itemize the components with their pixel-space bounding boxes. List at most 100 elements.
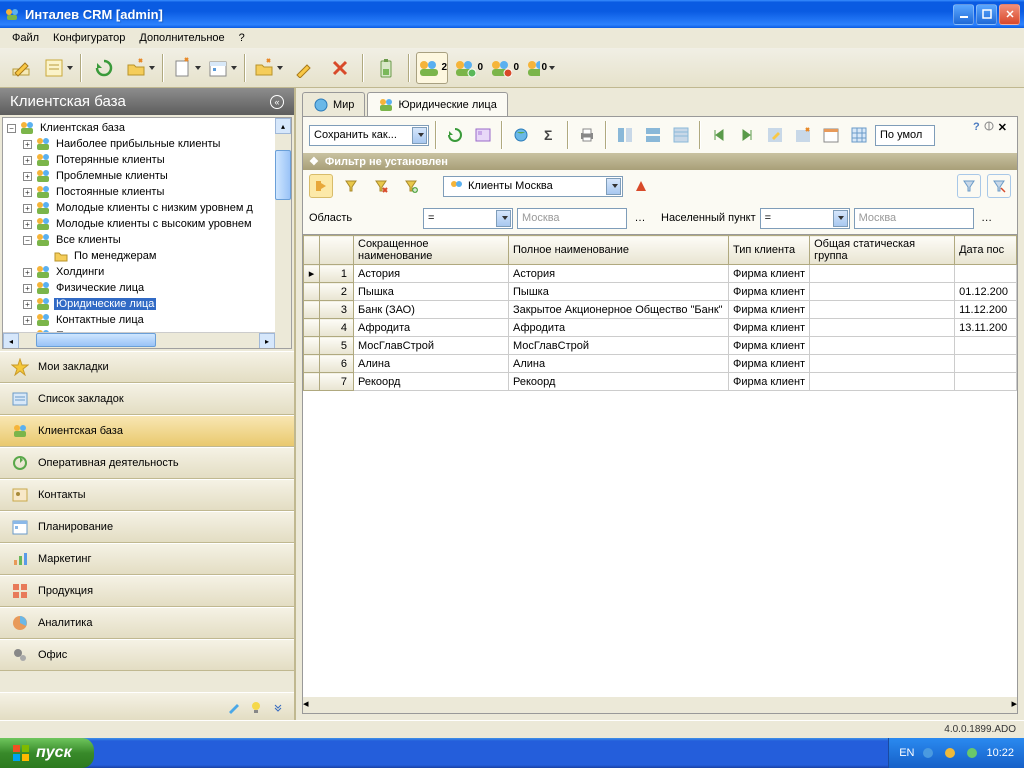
new-grid-button[interactable] [791, 123, 815, 147]
filter-editbtn2[interactable]: … [978, 206, 996, 230]
grid-header[interactable] [304, 236, 320, 265]
tool-calendar[interactable] [206, 52, 238, 84]
menu-help[interactable]: ? [233, 30, 251, 46]
grid-header[interactable]: Дата пос [955, 236, 1017, 265]
tray-icon-3[interactable] [964, 745, 980, 761]
card-button[interactable] [471, 123, 495, 147]
tool-group-3[interactable]: 0 [488, 52, 520, 84]
tool-new-doc[interactable] [170, 52, 202, 84]
region-marker[interactable] [629, 174, 653, 198]
tree-item[interactable]: +Холдинги [5, 264, 289, 280]
layout3-button[interactable] [669, 123, 693, 147]
maximize-button[interactable] [976, 4, 997, 25]
layout1-button[interactable] [613, 123, 637, 147]
nav-item-gears[interactable]: Офис [0, 639, 294, 671]
table-row[interactable]: 3Банк (ЗАО)Закрытое Акционерное Общество… [304, 301, 1017, 319]
nav-item-bars[interactable]: Маркетинг [0, 543, 294, 575]
layout2-button[interactable] [641, 123, 665, 147]
table-row[interactable]: 2ПышкаПышкаФирма клиент01.12.200 [304, 283, 1017, 301]
tab-people[interactable]: Юридические лица [367, 92, 507, 116]
table-row[interactable]: 4АфродитаАфродитаФирма клиент13.11.200 [304, 319, 1017, 337]
tree-item[interactable]: −Все клиенты [5, 232, 289, 248]
tree-item[interactable]: +Физические лица [5, 280, 289, 296]
filter-funnel-add[interactable] [399, 174, 423, 198]
tree-item[interactable]: По менеджерам [5, 248, 289, 264]
date-grid-button[interactable] [819, 123, 843, 147]
nav-item-people[interactable]: Клиентская база [0, 415, 294, 447]
footer-edit-icon[interactable] [226, 699, 242, 715]
filter-city-val-input[interactable]: Москва [854, 208, 974, 229]
nav-item-calendar[interactable]: Планирование [0, 511, 294, 543]
tab-help-icon[interactable]: ? [973, 121, 980, 134]
grid-view-button[interactable] [847, 123, 871, 147]
tool-refresh[interactable] [88, 52, 120, 84]
grid-hscroll[interactable]: ◂▸ [303, 697, 1017, 713]
footer-bulb-icon[interactable] [248, 699, 264, 715]
grid-header[interactable]: Полное наименование [509, 236, 729, 265]
filter-val-input[interactable]: Москва [517, 208, 627, 229]
grid-header[interactable]: Сокращенное наименование [354, 236, 509, 265]
minimize-button[interactable] [953, 4, 974, 25]
clock[interactable]: 10:22 [986, 747, 1014, 759]
tab-close-icon[interactable]: ✕ [998, 121, 1007, 134]
tool-pencil[interactable] [288, 52, 320, 84]
grid-header[interactable]: Общая статическая группа [810, 236, 955, 265]
tool-group-4[interactable]: 0 [524, 52, 556, 84]
refresh-button[interactable] [443, 123, 467, 147]
save-as-combo[interactable]: Сохранить как... [309, 125, 429, 146]
tree-item[interactable]: +Контактные лица [5, 312, 289, 328]
filter-toggle-1[interactable] [309, 174, 333, 198]
tool-group-2[interactable]: 0 [452, 52, 484, 84]
filter-city-op-combo[interactable]: = [760, 208, 850, 229]
edit-grid-button[interactable] [763, 123, 787, 147]
tool-folder-open[interactable] [252, 52, 284, 84]
tree-item[interactable]: +Постоянные клиенты [5, 184, 289, 200]
sidebar-collapse-button[interactable]: « [270, 95, 284, 109]
data-grid[interactable]: Сокращенное наименованиеПолное наименова… [303, 234, 1017, 713]
tree-item[interactable]: +Проблемные клиенты [5, 168, 289, 184]
tree-item[interactable]: +Молодые клиенты с низким уровнем д [5, 200, 289, 216]
table-row[interactable]: ▸1АсторияАсторияФирма клиент [304, 265, 1017, 283]
nav-item-pie[interactable]: Аналитика [0, 607, 294, 639]
print-button[interactable] [575, 123, 599, 147]
start-button[interactable]: пуск [0, 738, 94, 768]
nav-item-cycle[interactable]: Оперативная деятельность [0, 447, 294, 479]
tab-unpin-icon[interactable] [984, 121, 994, 134]
tool-edit[interactable] [6, 52, 38, 84]
table-row[interactable]: 5МосГлавСтройМосГлавСтройФирма клиент [304, 337, 1017, 355]
menu-file[interactable]: Файл [6, 30, 45, 46]
tool-battery[interactable] [370, 52, 402, 84]
tray-icon-1[interactable] [920, 745, 936, 761]
tab-globe[interactable]: Мир [302, 92, 365, 116]
filter-funnel-right1[interactable] [957, 174, 981, 198]
nav-item-grid[interactable]: Продукция [0, 575, 294, 607]
region-combo[interactable]: Клиенты Москва [443, 176, 623, 197]
filter-op-combo[interactable]: = [423, 208, 513, 229]
table-row[interactable]: 6АлинаАлинаФирма клиент [304, 355, 1017, 373]
footer-chevrons-icon[interactable] [270, 699, 286, 715]
table-row[interactable]: 7РекоордРекоордФирма клиент [304, 373, 1017, 391]
tree-item[interactable]: +Наиболее прибыльные клиенты [5, 136, 289, 152]
tool-note[interactable] [42, 52, 74, 84]
tree-item[interactable]: +Молодые клиенты с высоким уровнем [5, 216, 289, 232]
tool-delete[interactable] [324, 52, 356, 84]
filter-editbtn1[interactable]: … [631, 206, 649, 230]
tree-item[interactable]: +Юридические лица [5, 296, 289, 312]
tool-group-1[interactable]: 2 [416, 52, 448, 84]
filter-chevron-icon[interactable]: ❖ [309, 155, 319, 168]
nav-item-star[interactable]: Мои закладки [0, 351, 294, 383]
menu-config[interactable]: Конфигуратор [47, 30, 131, 46]
sum-button[interactable]: Σ [537, 123, 561, 147]
grid-header[interactable]: Тип клиента [729, 236, 810, 265]
nav-last-button[interactable] [735, 123, 759, 147]
nav-item-list[interactable]: Список закладок [0, 383, 294, 415]
filter-funnel-remove[interactable] [369, 174, 393, 198]
filter-funnel[interactable] [339, 174, 363, 198]
filter-funnel-right2[interactable] [987, 174, 1011, 198]
tray-icon-2[interactable] [942, 745, 958, 761]
tree-vscroll[interactable]: ▴ [275, 118, 291, 348]
tree-item[interactable]: +Потерянные клиенты [5, 152, 289, 168]
menu-extra[interactable]: Дополнительное [133, 30, 230, 46]
nav-first-button[interactable] [707, 123, 731, 147]
tree-hscroll[interactable]: ◂▸ [3, 332, 275, 348]
